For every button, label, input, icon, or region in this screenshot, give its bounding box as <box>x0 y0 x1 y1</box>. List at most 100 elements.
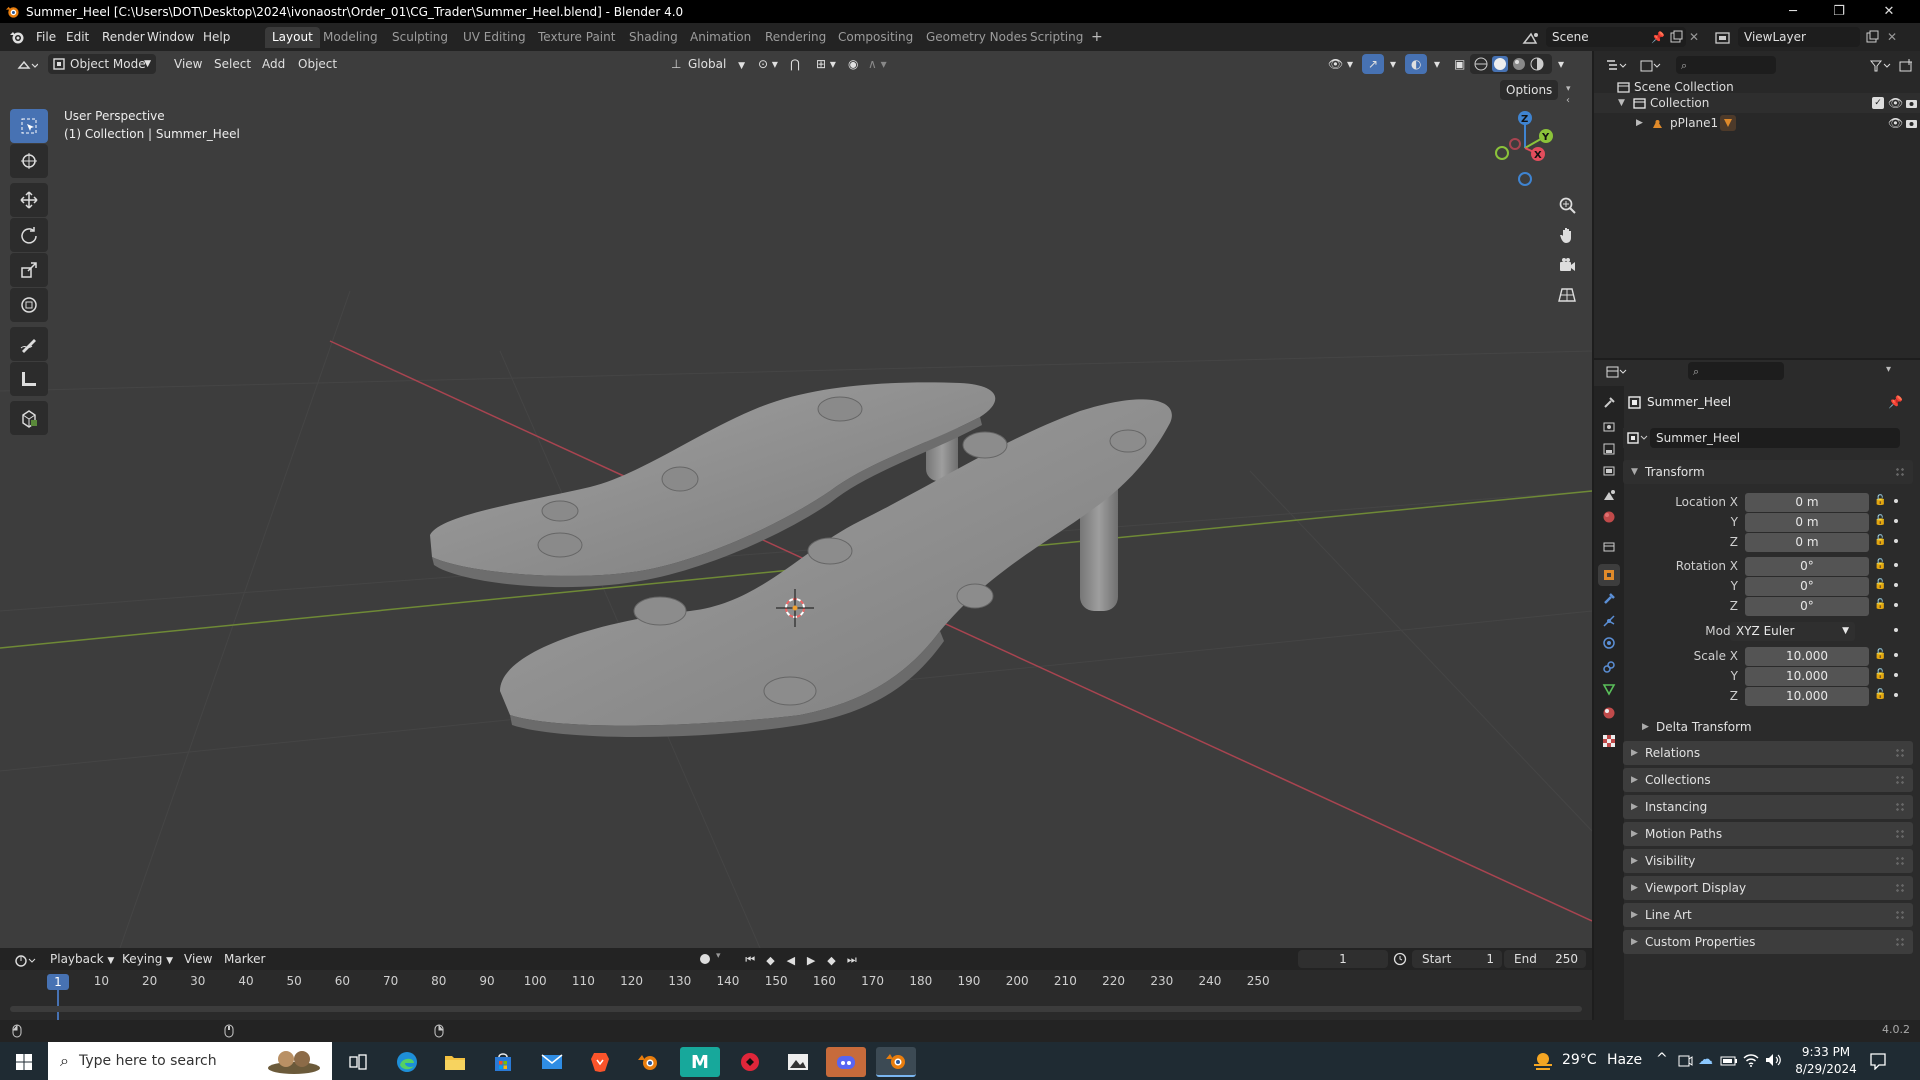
filter-icon[interactable] <box>1866 57 1894 75</box>
rotation-z-field[interactable]: 0° <box>1745 597 1869 616</box>
pin-icon[interactable]: 📌 <box>1888 395 1903 409</box>
drag-handle-icon[interactable] <box>1895 802 1905 812</box>
lock-icon[interactable]: 🔓 <box>1874 495 1886 506</box>
lock-icon[interactable]: 🔓 <box>1874 669 1886 680</box>
start-frame-field[interactable]: Start 1 <box>1412 950 1502 968</box>
pivot-point-icon[interactable]: ⊙ ▾ <box>752 54 784 74</box>
drag-handle-icon[interactable] <box>1895 467 1905 477</box>
auto-keying-icon[interactable] <box>700 954 710 964</box>
next-keyframe-icon[interactable]: ◆ <box>823 954 839 967</box>
play-reverse-icon[interactable]: ◀ <box>783 954 799 967</box>
new-scene-icon[interactable] <box>1668 29 1684 45</box>
particles-tab-icon[interactable] <box>1598 610 1620 632</box>
tab-geometry-nodes[interactable]: Geometry Nodes <box>919 27 1034 48</box>
scale-z-field[interactable]: 10.000 <box>1745 687 1869 706</box>
drag-handle-icon[interactable] <box>1895 937 1905 947</box>
keying-dropdown-icon[interactable]: ▾ <box>716 951 721 961</box>
drag-handle-icon[interactable] <box>1895 829 1905 839</box>
camera-view-icon[interactable] <box>1552 251 1582 279</box>
scene-tab-icon[interactable] <box>1598 484 1620 506</box>
constraints-tab-icon[interactable] <box>1598 656 1620 678</box>
menu-window[interactable]: Window <box>141 28 200 46</box>
camera-render-icon[interactable] <box>1904 116 1918 130</box>
blender-menu-icon[interactable] <box>8 28 26 46</box>
lock-icon[interactable]: 🔓 <box>1874 689 1886 700</box>
delta-transform-subpanel[interactable]: ▶ Delta Transform <box>1636 716 1906 738</box>
playhead-line[interactable] <box>57 990 59 1020</box>
data-tab-icon[interactable] <box>1598 678 1620 700</box>
wifi-icon[interactable] <box>1742 1051 1760 1069</box>
transform-panel-header[interactable]: ▼ Transform <box>1623 460 1913 484</box>
show-hidden-icons-icon[interactable]: ^ <box>1656 1051 1668 1067</box>
xray-icon[interactable]: ▣ <box>1448 54 1471 74</box>
tab-sculpting[interactable]: Sculpting <box>385 27 455 48</box>
menu-playback[interactable]: Playback ▼ <box>44 949 120 969</box>
visibility-icon[interactable]: 👁 ▾ <box>1322 54 1359 74</box>
lock-icon[interactable]: 🔓 <box>1874 559 1886 570</box>
rendered-shading-icon[interactable] <box>1530 57 1544 71</box>
solid-shading-icon[interactable] <box>1492 56 1508 72</box>
shading-dropdown-icon[interactable]: ▾ <box>1552 54 1570 74</box>
collection-tab-icon[interactable] <box>1598 536 1620 558</box>
rotation-y-field[interactable]: 0° <box>1745 577 1869 596</box>
weather-temperature[interactable]: 29°C <box>1562 1052 1597 1068</box>
cursor-tool[interactable] <box>10 144 48 178</box>
display-mode-icon[interactable] <box>1636 57 1664 75</box>
move-tool[interactable] <box>10 183 48 217</box>
outliner-row-collection[interactable]: ▼ Collection ✓ 👁 <box>1594 93 1920 113</box>
perspective-toggle-icon[interactable] <box>1552 281 1582 309</box>
tab-animation[interactable]: Animation <box>683 27 758 48</box>
clock-icon[interactable] <box>1392 951 1408 967</box>
keyframe-dot-icon[interactable] <box>1894 499 1898 503</box>
keyframe-dot-icon[interactable] <box>1894 653 1898 657</box>
expand-collapse-icon[interactable]: ▶ <box>1636 113 1643 133</box>
menu-timeline-view[interactable]: View <box>178 949 218 969</box>
material-shading-icon[interactable] <box>1512 57 1526 71</box>
material-tab-icon[interactable] <box>1598 702 1620 724</box>
menu-select[interactable]: Select <box>208 54 257 74</box>
eye-icon[interactable]: 👁 <box>1888 113 1903 133</box>
outliner-editor-type-icon[interactable] <box>1602 57 1630 75</box>
end-frame-field[interactable]: End 250 <box>1504 950 1586 968</box>
tab-shading[interactable]: Shading <box>622 27 685 48</box>
keyframe-dot-icon[interactable] <box>1894 563 1898 567</box>
relations-panel[interactable]: ▶ Relations <box>1623 741 1913 765</box>
object-name-field[interactable]: Summer_Heel <box>1650 428 1900 448</box>
keyframe-dot-icon[interactable] <box>1894 539 1898 543</box>
navigation-gizmo[interactable]: Z Y X <box>1485 106 1565 186</box>
store-icon[interactable] <box>483 1047 523 1077</box>
new-collection-icon[interactable] <box>1896 57 1916 75</box>
properties-options-icon[interactable]: ▾ <box>1886 364 1891 375</box>
snap-target-icon[interactable]: ⊞ ▾ <box>810 54 842 74</box>
world-tab-icon[interactable] <box>1598 506 1620 528</box>
timeline-editor-type-icon[interactable] <box>10 952 40 970</box>
custom-properties-panel[interactable]: ▶ Custom Properties <box>1623 930 1913 954</box>
modifier-tab-icon[interactable] <box>1598 588 1620 610</box>
rotate-tool[interactable] <box>10 218 48 252</box>
location-y-field[interactable]: 0 m <box>1745 513 1869 532</box>
3d-viewport[interactable]: Object Mode ▼ View Select Add Object ⊥ G… <box>0 51 1592 948</box>
maya-app-icon[interactable]: M <box>680 1047 720 1077</box>
task-view-icon[interactable] <box>338 1047 378 1077</box>
add-cube-tool[interactable] <box>10 401 48 435</box>
motion-paths-panel[interactable]: ▶ Motion Paths <box>1623 822 1913 846</box>
tab-compositing[interactable]: Compositing <box>831 27 920 48</box>
scale-tool[interactable] <box>10 253 48 287</box>
tab-rendering[interactable]: Rendering <box>758 27 833 48</box>
new-viewlayer-icon[interactable] <box>1864 29 1880 45</box>
lock-icon[interactable]: 🔓 <box>1874 649 1886 660</box>
weather-haze-icon[interactable] <box>1530 1048 1556 1074</box>
editor-type-icon[interactable] <box>10 55 44 75</box>
visibility-panel[interactable]: ▶ Visibility <box>1623 849 1913 873</box>
drag-handle-icon[interactable] <box>1895 910 1905 920</box>
menu-view[interactable]: View <box>168 54 208 74</box>
scene-selector-icon[interactable] <box>1518 28 1544 48</box>
notifications-icon[interactable] <box>1868 1051 1888 1071</box>
menu-help[interactable]: Help <box>197 28 236 46</box>
tab-texture-paint[interactable]: Texture Paint <box>531 27 622 48</box>
output-tab-icon[interactable] <box>1598 438 1620 460</box>
instancing-panel[interactable]: ▶ Instancing <box>1623 795 1913 819</box>
lock-icon[interactable]: 🔓 <box>1874 579 1886 590</box>
lock-icon[interactable]: 🔓 <box>1874 535 1886 546</box>
onedrive-icon[interactable]: ☁ <box>1698 1050 1713 1068</box>
